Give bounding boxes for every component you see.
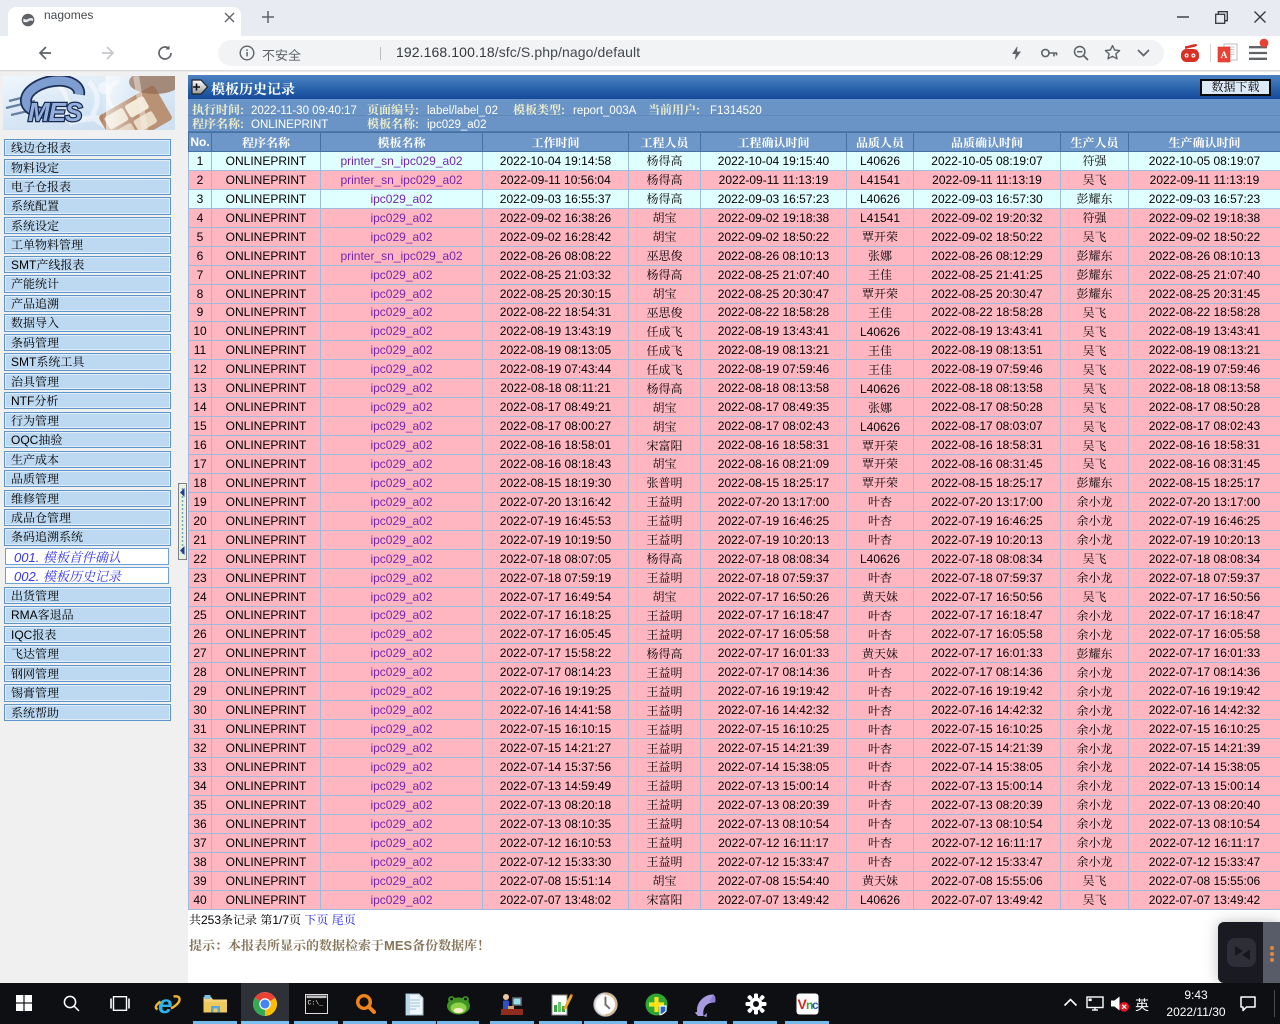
svg-text:MES: MES: [28, 97, 83, 127]
svg-text:c: c: [812, 998, 819, 1012]
svg-text:e: e: [158, 992, 172, 1017]
svg-text:A: A: [1221, 51, 1228, 61]
svg-text:C:\_: C:\_: [308, 1000, 324, 1007]
